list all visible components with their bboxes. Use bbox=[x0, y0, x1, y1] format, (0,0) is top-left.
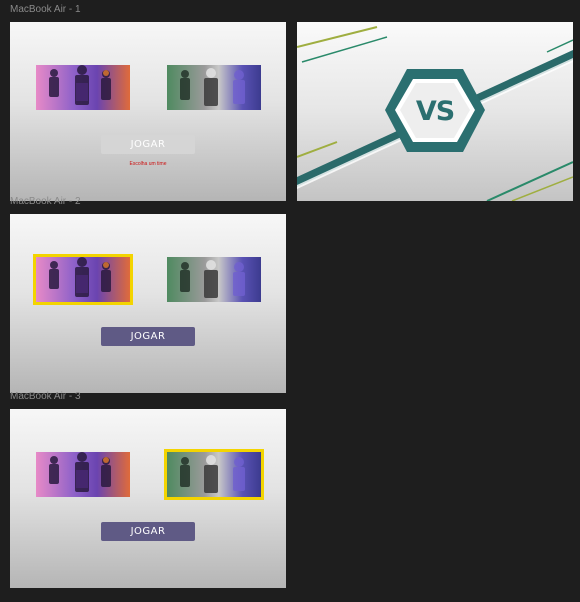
jogar-button[interactable]: JOGAR bbox=[101, 327, 195, 346]
hint-text: Escolha um time bbox=[129, 161, 167, 167]
frame-label-1: MacBook Air - 1 bbox=[10, 4, 81, 15]
frame-macbook-air-1: JOGAR Escolha um time bbox=[10, 22, 286, 201]
frame-label-2: MacBook Air - 2 bbox=[10, 196, 81, 207]
team-right-image[interactable] bbox=[167, 257, 261, 302]
vs-screen: VS bbox=[297, 22, 573, 201]
jogar-button[interactable]: JOGAR bbox=[101, 135, 195, 154]
frame-label-3: MacBook Air - 3 bbox=[10, 391, 81, 402]
team-right-image[interactable] bbox=[167, 65, 261, 110]
team-left-image[interactable] bbox=[36, 65, 130, 110]
jogar-button[interactable]: JOGAR bbox=[101, 522, 195, 541]
frame-macbook-air-2: JOGAR bbox=[10, 214, 286, 393]
team-left-image[interactable] bbox=[36, 452, 130, 497]
vs-text: VS bbox=[415, 96, 455, 127]
team-right-image[interactable] bbox=[167, 452, 261, 497]
team-left-image[interactable] bbox=[36, 257, 130, 302]
frame-macbook-air-3: JOGAR bbox=[10, 409, 286, 588]
